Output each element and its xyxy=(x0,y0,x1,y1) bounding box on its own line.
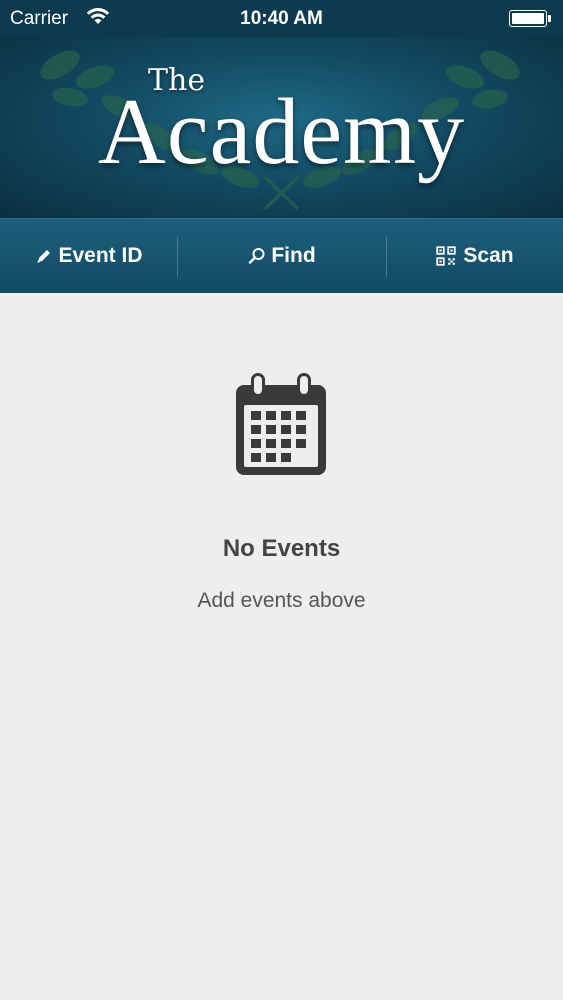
status-time: 10:40 AM xyxy=(240,8,323,29)
logo-academy-text: Academy xyxy=(98,80,466,184)
battery-tip xyxy=(548,15,551,22)
qr-code-icon xyxy=(436,246,457,266)
scan-label: Scan xyxy=(463,244,514,267)
empty-state-subtitle: Add events above xyxy=(197,589,366,612)
find-label: Find xyxy=(271,244,316,267)
search-icon xyxy=(249,248,265,264)
scan-button[interactable]: Scan xyxy=(386,219,563,293)
battery-icon xyxy=(509,10,547,27)
event-id-button[interactable]: Event ID xyxy=(0,219,177,293)
pencil-icon xyxy=(37,250,51,263)
status-bar: Carrier 10:40 AM xyxy=(0,0,563,37)
toolbar: Event ID Find Scan xyxy=(0,218,563,293)
header-banner: The Academy xyxy=(0,37,563,218)
find-button[interactable]: Find xyxy=(177,219,386,293)
empty-state-title: No Events xyxy=(222,535,341,562)
event-id-label: Event ID xyxy=(58,244,143,267)
calendar-icon xyxy=(236,373,326,475)
events-list-empty: No Events Add events above xyxy=(0,293,563,1000)
